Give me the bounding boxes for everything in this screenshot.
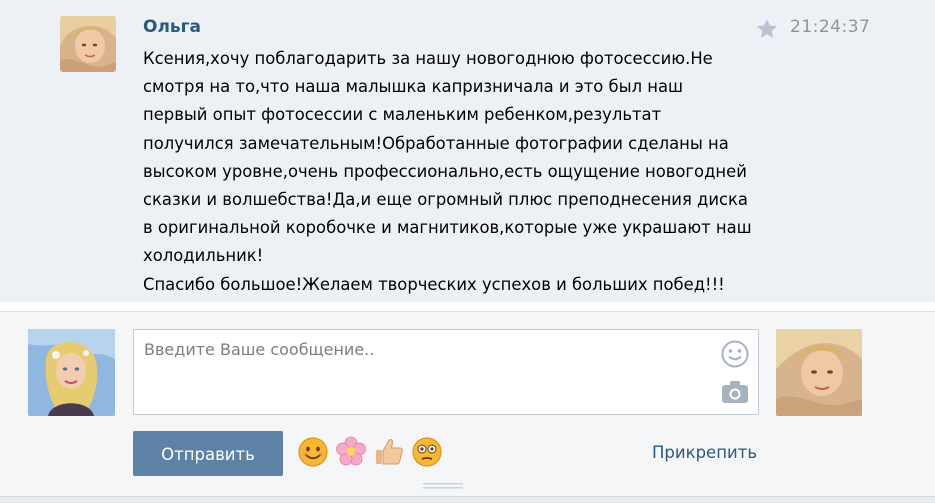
message-line: первый опыт фотосессии с маленьким ребен… — [143, 105, 662, 125]
message-input[interactable] — [134, 330, 714, 414]
message-line: получился замечательным!Обработанные фот… — [143, 133, 729, 153]
attach-link[interactable]: Прикрепить — [652, 443, 757, 462]
camera-icon[interactable] — [721, 380, 749, 404]
message-line: холодильник! — [143, 246, 264, 266]
flower-icon[interactable] — [335, 436, 367, 468]
message-line: сказки и волшебства!Да,и еще огромный пл… — [143, 190, 748, 210]
message-line: Ксения,хочу поблагодарить за нашу нового… — [143, 49, 713, 68]
author-name[interactable]: Ольга — [143, 17, 201, 37]
message-input-box[interactable] — [133, 329, 759, 415]
message-text: Ксения,хочу поблагодарить за нашу нового… — [143, 45, 763, 299]
peer-avatar[interactable] — [776, 329, 862, 416]
message-line: высоком уровне,очень профессионально,ест… — [143, 161, 747, 181]
message-line: Спасибо большое!Желаем творческих успехо… — [143, 274, 725, 294]
my-avatar[interactable] — [28, 329, 115, 416]
star-icon[interactable] — [755, 17, 779, 41]
send-button[interactable]: Отправить — [133, 431, 283, 476]
flushed-face-icon[interactable] — [411, 436, 443, 468]
divider — [0, 302, 935, 311]
author-avatar[interactable] — [60, 16, 116, 72]
message-line: смотря на то,что наша малышка капризнича… — [143, 77, 684, 97]
smiling-face-icon[interactable] — [297, 436, 329, 468]
thumbs-up-icon[interactable] — [373, 436, 405, 468]
resize-grip[interactable] — [423, 482, 463, 490]
smile-icon[interactable] — [720, 339, 750, 369]
message-panel: Ольга 21:24:37 Ксения,хочу поблагодарить… — [0, 0, 935, 302]
message-line: в оригинальной коробочке и магнитиков,ко… — [143, 218, 752, 238]
message-time: 21:24:37 — [790, 17, 871, 37]
